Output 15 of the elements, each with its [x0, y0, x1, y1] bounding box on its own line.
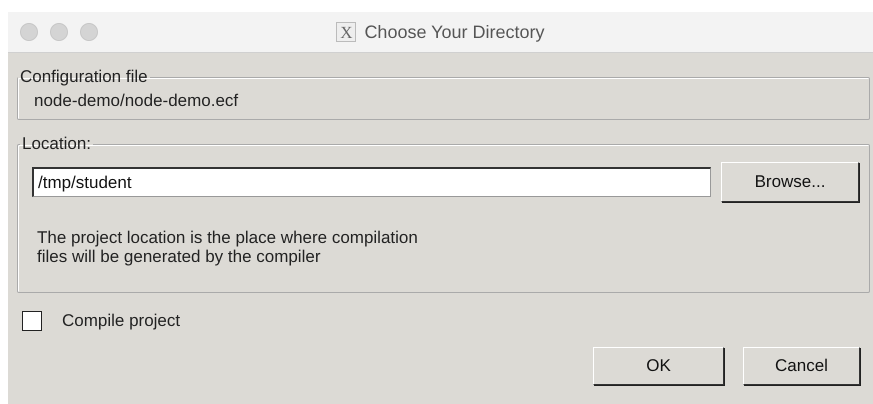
window-title: Choose Your Directory — [364, 22, 545, 42]
location-field[interactable]: /tmp/student — [32, 167, 711, 197]
app-icon: X — [336, 22, 356, 42]
ok-button[interactable]: OK — [593, 347, 724, 385]
group-label: Configuration file — [19, 67, 149, 87]
minimize-button[interactable] — [50, 23, 68, 41]
close-button[interactable] — [20, 23, 38, 41]
help-text: The project location is the place where compilation files will be generated by the compiler — [37, 228, 419, 266]
cancel-button[interactable]: Cancel — [743, 347, 860, 385]
config-file-path: node-demo/node-demo.ecf — [33, 90, 240, 111]
browse-button[interactable]: Browse... — [721, 162, 859, 202]
group-label: Location: — [21, 134, 92, 154]
zoom-button[interactable] — [80, 23, 98, 41]
checkbox[interactable] — [22, 311, 42, 331]
checkbox-label: Compile project — [62, 311, 180, 331]
